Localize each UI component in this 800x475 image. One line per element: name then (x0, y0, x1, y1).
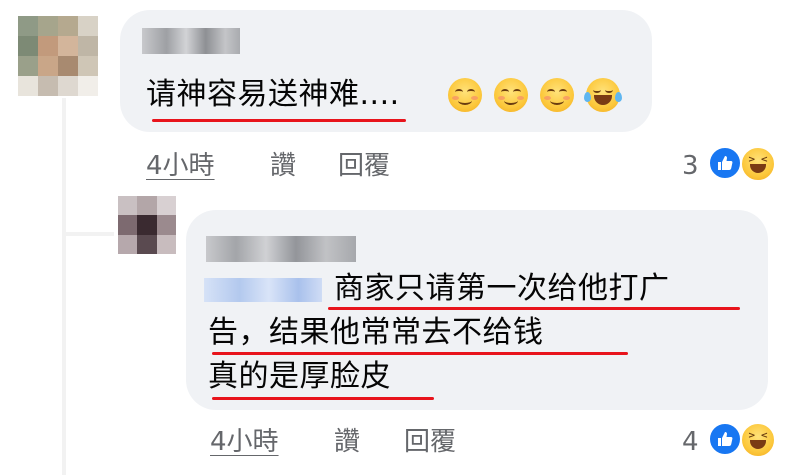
haha-reaction-icon[interactable]: > < (740, 422, 776, 458)
thread-line (62, 232, 114, 236)
comment-underline (152, 119, 406, 122)
avatar[interactable] (18, 16, 98, 96)
reply-button[interactable]: 回覆 (338, 150, 390, 182)
like-button[interactable]: 讚 (334, 426, 360, 458)
reaction-count[interactable]: 3 (682, 150, 699, 182)
like-reaction-icon[interactable] (708, 146, 742, 180)
smiling-face-icon (540, 78, 574, 112)
reaction-count[interactable]: 4 (682, 426, 699, 458)
comment-underline (328, 307, 740, 310)
reply-button[interactable]: 回覆 (404, 426, 456, 458)
comment-text-line: 商家只请第一次给他打广 (334, 271, 670, 306)
haha-reaction-icon[interactable]: > < (740, 146, 776, 182)
comment-text: 请神容易送神难.... (146, 77, 400, 112)
laughing-tears-icon (584, 78, 622, 112)
mention-tag[interactable] (204, 278, 322, 302)
commenter-name[interactable] (142, 28, 240, 54)
like-button[interactable]: 讚 (270, 150, 296, 182)
comment-underline (212, 397, 434, 400)
thread-line (62, 98, 66, 475)
timestamp-link[interactable]: 4小時 (210, 426, 279, 458)
comment-text-line: 告，结果他常常去不给钱 (208, 315, 544, 350)
like-reaction-icon[interactable] (708, 422, 742, 456)
commenter-name[interactable] (206, 236, 356, 262)
comment-text-line: 真的是厚脸皮 (208, 359, 391, 394)
timestamp-link[interactable]: 4小時 (146, 150, 215, 182)
smiling-face-icon (494, 78, 528, 112)
comment-underline (212, 352, 628, 355)
avatar[interactable] (118, 196, 176, 254)
smiling-face-icon (448, 78, 482, 112)
